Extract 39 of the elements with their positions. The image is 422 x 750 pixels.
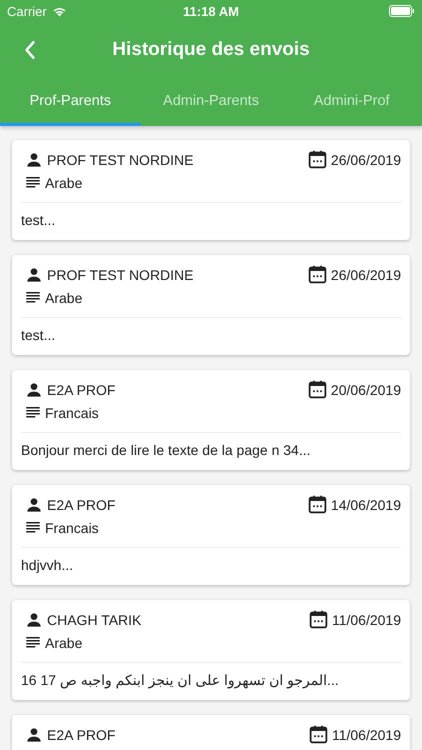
calendar-icon [308,609,329,630]
message-date: 14/06/2019 [330,496,401,512]
message-date: 11/06/2019 [332,612,401,628]
message-date: 26/06/2019 [330,266,401,282]
message-date: 11/06/2019 [332,726,401,742]
message-preview: test... [21,326,56,345]
sender-name: E2A PROF [47,726,116,742]
message-card[interactable]: PROF TEST NORDINE 26/06/2019 Arabe test... [12,255,410,355]
subject-label: Arabe [45,634,82,650]
message-date: 20/06/2019 [330,382,401,398]
wifi-icon [52,6,67,16]
subject-label: Arabe [45,174,82,190]
message-card[interactable]: E2A PROF 11/06/2019 [12,715,410,750]
screen-title: Historique des envois [112,39,310,61]
message-card[interactable]: E2A PROF 14/06/2019 Francais hdjvvh... [12,485,410,585]
battery-icon [389,5,415,17]
calendar-icon [308,724,329,745]
message-preview: hdjvvh... [21,556,74,575]
subject-label: Arabe [45,290,82,306]
carrier-name: Carrier [7,4,47,18]
message-card[interactable]: PROF TEST NORDINE 26/06/2019 Arabe test... [12,140,410,240]
subject-label: Francais [45,404,99,420]
sender-name: PROF TEST NORDINE [47,152,194,168]
sender-name: PROF TEST NORDINE [47,266,194,282]
message-card[interactable]: E2A PROF 20/06/2019 Francais Bonjour merci de lire le texte de la page n 34... [12,370,410,470]
message-preview: test... [21,211,56,230]
sender-name: E2A PROF [47,496,116,512]
calendar-icon [306,494,328,515]
calendar-icon [306,379,328,400]
message-preview: المرجو ان تسهروا على ان ينجز ابنكم واجبه ص 17 16... [21,671,340,690]
message-preview: Bonjour merci de lire le texte de la page n 34... [21,441,312,460]
sender-name: CHAGH TARIK [47,612,142,628]
status-time: 11:18 AM [183,4,239,18]
calendar-icon [306,149,328,170]
calendar-icon [306,264,328,285]
message-date: 26/06/2019 [330,152,401,168]
sender-name: E2A PROF [47,382,116,398]
subject-label: Francais [45,520,99,536]
back-icon [24,40,36,60]
